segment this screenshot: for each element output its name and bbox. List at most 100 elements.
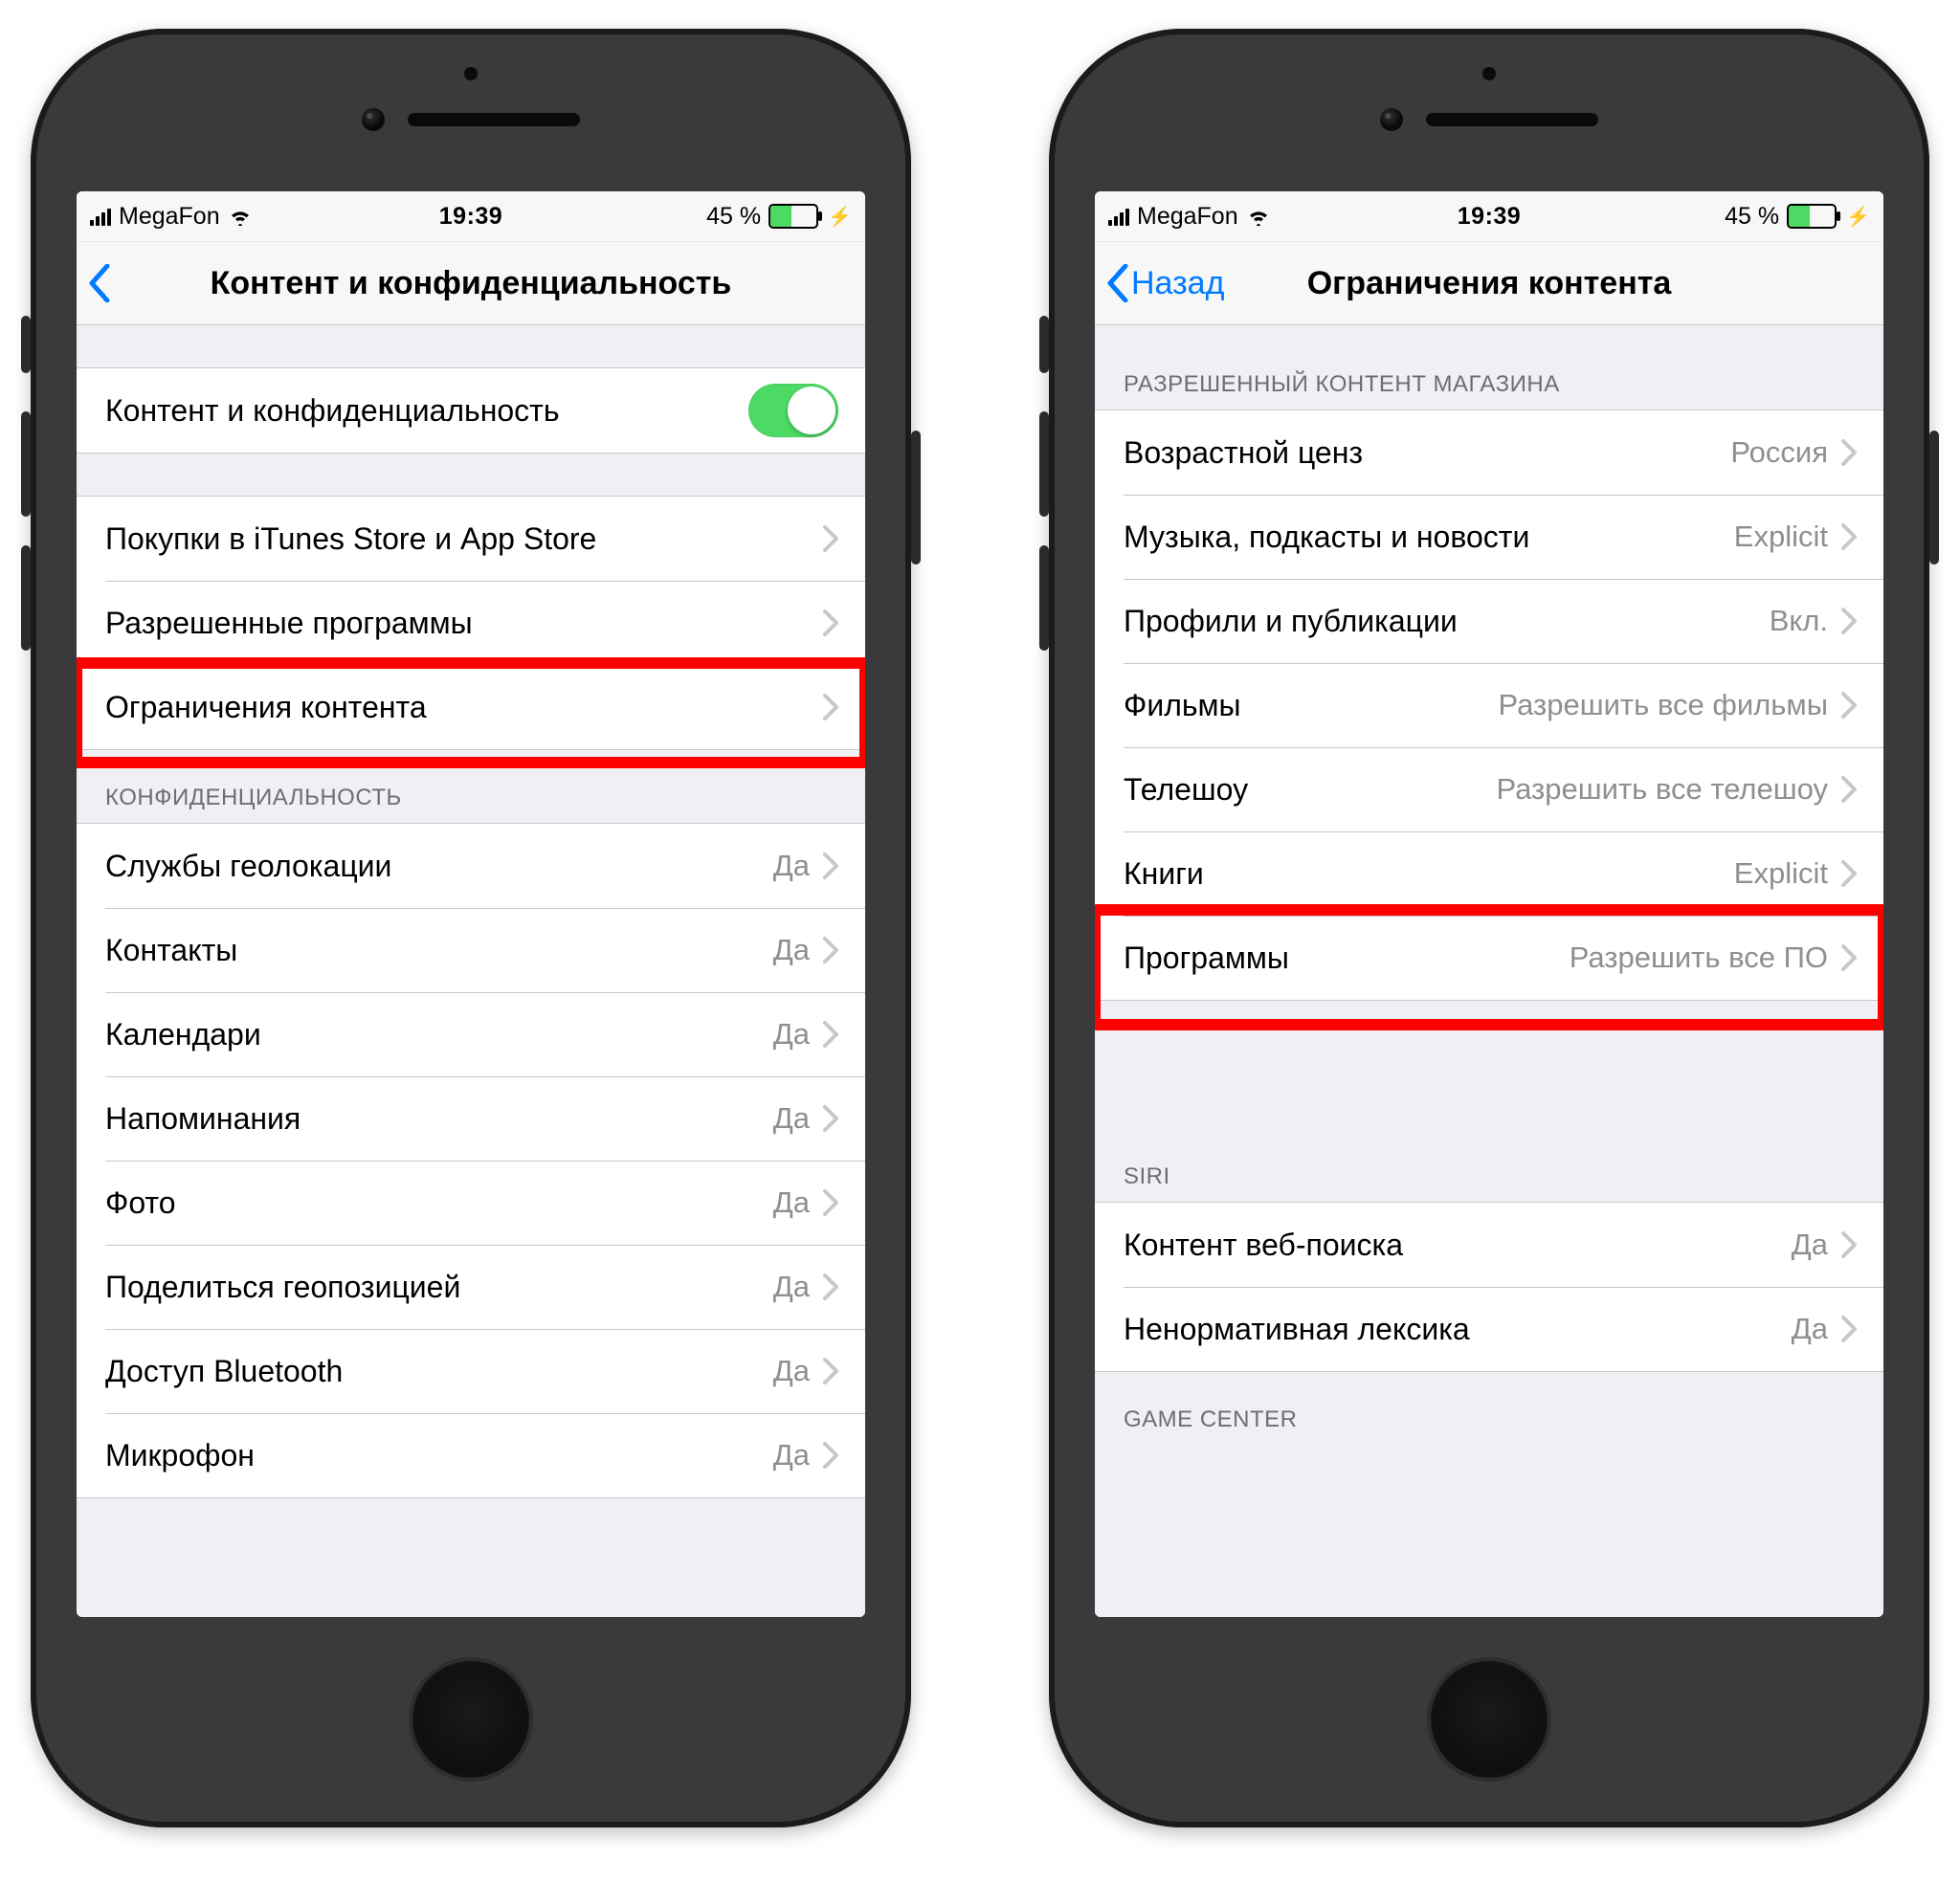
toggle-switch[interactable] (748, 384, 838, 437)
content-privacy-toggle-cell[interactable]: Контент и конфиденциальность (77, 368, 865, 453)
privacy-section-header: КОНФИДЕНЦИАЛЬНОСТЬ (77, 750, 865, 823)
cellular-signal-icon (1108, 207, 1129, 226)
chevron-right-icon (1841, 1231, 1857, 1258)
cell-value: Да (773, 1270, 810, 1304)
profiles-posts-cell[interactable]: Профили и публикации Вкл. (1095, 579, 1883, 663)
home-button[interactable] (1427, 1657, 1551, 1782)
chevron-right-icon (823, 1273, 838, 1300)
web-search-content-cell[interactable]: Контент веб-поиска Да (1095, 1203, 1883, 1287)
microphone-cell[interactable]: Микрофон Да (77, 1413, 865, 1497)
chevron-right-icon (1841, 944, 1857, 971)
proximity-sensor (1482, 67, 1496, 80)
chevron-right-icon (823, 694, 838, 720)
cell-label: Ненормативная лексика (1124, 1312, 1470, 1347)
wifi-icon (228, 207, 253, 226)
itunes-purchases-cell[interactable]: Покупки в iTunes Store и App Store (77, 497, 865, 581)
proximity-sensor (464, 67, 478, 80)
cell-value: Да (773, 849, 810, 883)
game-center-section-header: GAME CENTER (1095, 1372, 1883, 1445)
cell-label: Контент и конфиденциальность (105, 393, 560, 429)
music-podcasts-cell[interactable]: Музыка, подкасты и новости Explicit (1095, 495, 1883, 579)
cell-label: Поделиться геопозицией (105, 1270, 460, 1305)
chevron-right-icon (823, 609, 838, 636)
cell-label: Музыка, подкасты и новости (1124, 520, 1529, 555)
front-camera (1380, 108, 1403, 131)
phone-left: MegaFon 19:39 45 % ⚡ (31, 29, 911, 1827)
status-bar: MegaFon 19:39 45 % ⚡ (1095, 191, 1883, 242)
movies-cell[interactable]: Фильмы Разрешить все фильмы (1095, 663, 1883, 747)
chevron-right-icon (823, 1105, 838, 1132)
ratings-for-cell[interactable]: Возрастной ценз Россия (1095, 410, 1883, 495)
status-bar: MegaFon 19:39 45 % ⚡ (77, 191, 865, 242)
screen-right: MegaFon 19:39 45 % ⚡ Назад (1095, 191, 1883, 1617)
chevron-right-icon (1841, 608, 1857, 634)
front-camera (362, 108, 385, 131)
cellular-signal-icon (90, 207, 111, 226)
chevron-right-icon (823, 1189, 838, 1216)
earpiece (408, 113, 580, 126)
chevron-right-icon (823, 1442, 838, 1469)
back-button[interactable] (88, 264, 113, 302)
charging-icon: ⚡ (1846, 205, 1870, 229)
cell-label: Контент веб-поиска (1124, 1228, 1403, 1263)
cell-value: Explicit (1734, 520, 1828, 554)
calendars-cell[interactable]: Календари Да (77, 992, 865, 1076)
earpiece (1426, 113, 1598, 126)
back-button[interactable]: Назад (1106, 264, 1224, 302)
cell-label: Покупки в iTunes Store и App Store (105, 521, 596, 557)
page-title: Контент и конфиденциальность (77, 265, 865, 302)
battery-icon (768, 204, 818, 229)
store-content-group: Возрастной ценз Россия Музыка, подкасты … (1095, 410, 1883, 1001)
content-group: Покупки в iTunes Store и App Store Разре… (77, 496, 865, 750)
nav-bar: Контент и конфиденциальность (77, 242, 865, 325)
chevron-right-icon (823, 1021, 838, 1048)
phone-right: MegaFon 19:39 45 % ⚡ Назад (1049, 29, 1929, 1827)
cell-label: Службы геолокации (105, 849, 391, 884)
cell-label: Фото (105, 1185, 176, 1221)
cell-label: Программы (1124, 941, 1289, 976)
cell-value: Да (773, 1354, 810, 1388)
explicit-language-cell[interactable]: Ненормативная лексика Да (1095, 1287, 1883, 1371)
books-cell[interactable]: Книги Explicit (1095, 831, 1883, 916)
cell-value: Разрешить все телешоу (1496, 772, 1828, 807)
chevron-right-icon (1841, 776, 1857, 803)
battery-percent: 45 % (1725, 203, 1779, 231)
reminders-cell[interactable]: Напоминания Да (77, 1076, 865, 1161)
tv-shows-cell[interactable]: Телешоу Разрешить все телешоу (1095, 747, 1883, 831)
chevron-right-icon (1841, 439, 1857, 466)
cell-value: Разрешить все фильмы (1498, 688, 1828, 722)
battery-percent: 45 % (706, 203, 761, 231)
share-location-cell[interactable]: Поделиться геопозицией Да (77, 1245, 865, 1329)
chevron-right-icon (1841, 860, 1857, 887)
home-button[interactable] (409, 1657, 533, 1782)
cell-value: Да (773, 1438, 810, 1472)
carrier-label: MegaFon (119, 203, 220, 231)
privacy-group: Службы геолокации Да Контакты Да Календа… (77, 823, 865, 1498)
location-services-cell[interactable]: Службы геолокации Да (77, 824, 865, 908)
cell-label: Контакты (105, 933, 237, 968)
volume-up (1039, 411, 1049, 517)
content-restrictions-cell[interactable]: Ограничения контента (77, 665, 865, 749)
allowed-apps-cell[interactable]: Разрешенные программы (77, 581, 865, 665)
mute-switch (21, 316, 31, 373)
chevron-right-icon (823, 852, 838, 879)
power-button (1929, 431, 1939, 565)
cell-label: Ограничения контента (105, 690, 427, 725)
chevron-right-icon (823, 525, 838, 552)
cell-value: Да (1792, 1312, 1828, 1346)
apps-cell[interactable]: Программы Разрешить все ПО (1095, 916, 1883, 1000)
photos-cell[interactable]: Фото Да (77, 1161, 865, 1245)
bluetooth-cell[interactable]: Доступ Bluetooth Да (77, 1329, 865, 1413)
cell-value: Да (1792, 1228, 1828, 1262)
chevron-right-icon (823, 1358, 838, 1384)
toggle-group: Контент и конфиденциальность (77, 367, 865, 454)
contacts-cell[interactable]: Контакты Да (77, 908, 865, 992)
store-section-header: РАЗРЕШЕННЫЙ КОНТЕНТ МАГАЗИНА (1095, 325, 1883, 410)
cell-value: Да (773, 933, 810, 967)
wifi-icon (1246, 207, 1271, 226)
cell-label: Книги (1124, 856, 1204, 892)
nav-bar: Назад Ограничения контента (1095, 242, 1883, 325)
cell-value: Да (773, 1101, 810, 1136)
chevron-right-icon (1841, 1316, 1857, 1342)
cell-value: Вкл. (1770, 604, 1828, 638)
